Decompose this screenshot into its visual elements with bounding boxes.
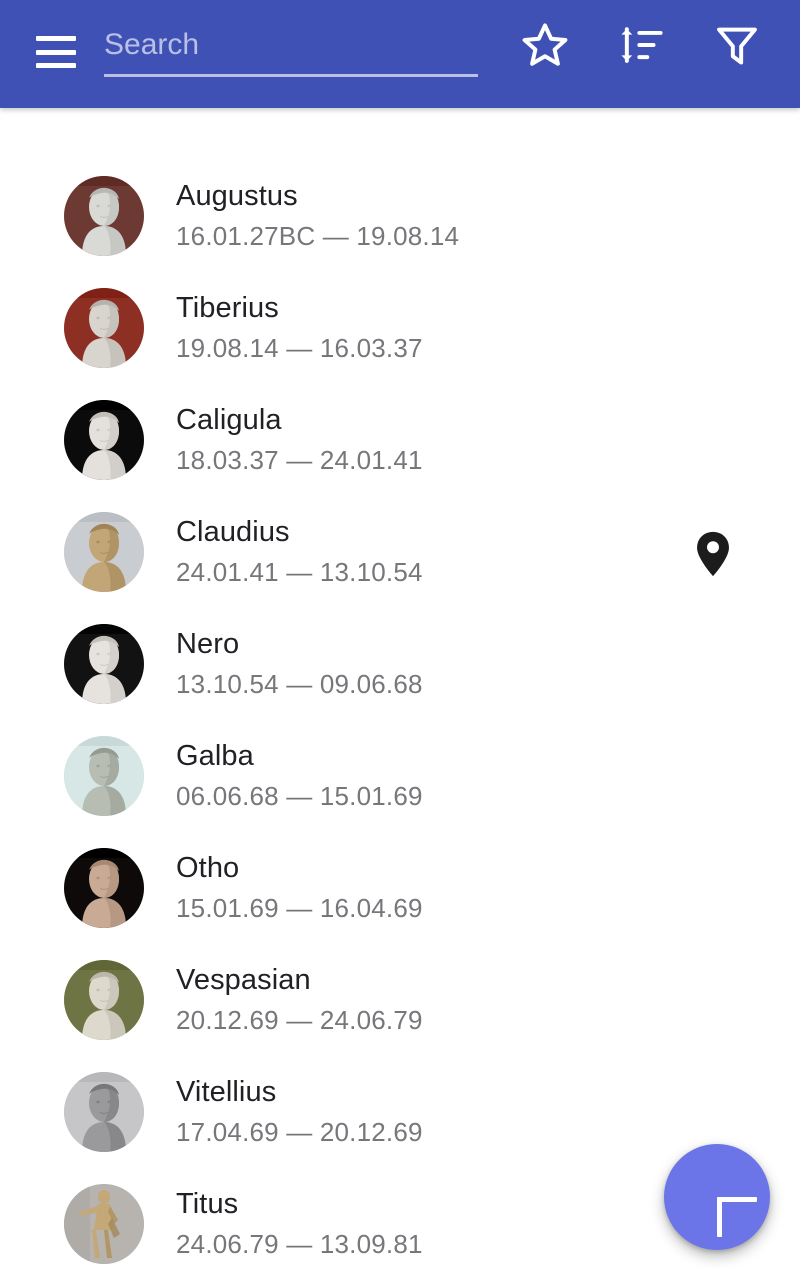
star-outline-icon	[520, 20, 570, 70]
avatar	[64, 288, 144, 368]
avatar	[64, 1184, 144, 1264]
search-underline	[104, 74, 478, 77]
avatar	[64, 960, 144, 1040]
hamburger-bar	[36, 36, 76, 41]
list-item-text: Tiberius 19.08.14 — 16.03.37	[176, 290, 423, 366]
list-item-title: Nero	[176, 628, 240, 660]
list-item-dates: 16.01.27BC — 19.08.14	[176, 221, 460, 251]
list-item[interactable]: Caligula 18.03.37 — 24.01.41	[0, 384, 800, 496]
list-item-text: Otho 15.01.69 — 16.04.69	[176, 850, 423, 926]
list-item-title: Galba	[176, 740, 254, 772]
list-item-text: Vespasian 20.12.69 — 24.06.79	[176, 962, 423, 1038]
plus-horizontal-bar	[717, 1197, 757, 1202]
list-item-dates: 19.08.14 — 16.03.37	[176, 333, 423, 363]
list-item[interactable]: Claudius 24.01.41 — 13.10.54	[0, 496, 800, 608]
list-item[interactable]: Vespasian 20.12.69 — 24.06.79	[0, 944, 800, 1056]
list-item-text: Augustus 16.01.27BC — 19.08.14	[176, 178, 459, 254]
list-item-title: Otho	[176, 852, 240, 884]
list-item-dates: 06.06.68 — 15.01.69	[176, 781, 423, 811]
list-item[interactable]: Vitellius 17.04.69 — 20.12.69	[0, 1056, 800, 1168]
hamburger-bar	[36, 49, 76, 55]
list-item[interactable]: Galba 06.06.68 — 15.01.69	[0, 720, 800, 832]
plus-vertical-bar	[717, 1197, 722, 1237]
avatar	[64, 400, 144, 480]
list-item-dates: 24.01.41 — 13.10.54	[176, 557, 423, 587]
avatar	[64, 624, 144, 704]
map-pin-icon[interactable]	[694, 531, 732, 577]
list-item-dates: 24.06.79 — 13.09.81	[176, 1229, 423, 1259]
list-item-title: Vespasian	[176, 964, 311, 996]
sort-icon	[616, 20, 666, 70]
list-item-title: Titus	[176, 1188, 239, 1220]
filter-button[interactable]	[706, 14, 768, 76]
list-item-dates: 15.01.69 — 16.04.69	[176, 893, 423, 923]
search-input[interactable]	[104, 22, 478, 68]
avatar	[64, 176, 144, 256]
list-item-dates: 18.03.37 — 24.01.41	[176, 445, 423, 475]
avatar	[64, 848, 144, 928]
list-item-text: Vitellius 17.04.69 — 20.12.69	[176, 1074, 423, 1150]
funnel-filter-icon	[712, 20, 762, 70]
list-item-dates: 17.04.69 — 20.12.69	[176, 1117, 423, 1147]
search-field[interactable]	[104, 22, 478, 82]
add-fab-button[interactable]	[664, 1144, 770, 1250]
list-item-title: Claudius	[176, 516, 290, 548]
list-item-title: Tiberius	[176, 292, 279, 324]
list-item-text: Claudius 24.01.41 — 13.10.54	[176, 514, 423, 590]
list-item[interactable]: Augustus 16.01.27BC — 19.08.14	[0, 160, 800, 272]
favorites-button[interactable]	[514, 14, 576, 76]
list-item-title: Augustus	[176, 180, 298, 212]
list-item[interactable]: Otho 15.01.69 — 16.04.69	[0, 832, 800, 944]
list-item-title: Vitellius	[176, 1076, 277, 1108]
list-item-text: Galba 06.06.68 — 15.01.69	[176, 738, 423, 814]
hamburger-menu-icon[interactable]	[36, 36, 76, 68]
emperor-list[interactable]: Augustus 16.01.27BC — 19.08.14 Tiberius 19…	[0, 108, 800, 1280]
list-item[interactable]: Tiberius 19.08.14 — 16.03.37	[0, 272, 800, 384]
list-item-text: Caligula 18.03.37 — 24.01.41	[176, 402, 423, 478]
app-root: Augustus 16.01.27BC — 19.08.14 Tiberius 19…	[0, 0, 800, 1280]
list-item-dates: 13.10.54 — 09.06.68	[176, 669, 423, 699]
toolbar-actions	[514, 14, 768, 76]
hamburger-bar	[36, 63, 76, 68]
list-item-text: Nero 13.10.54 — 09.06.68	[176, 626, 423, 702]
avatar	[64, 736, 144, 816]
list-item-dates: 20.12.69 — 24.06.79	[176, 1005, 423, 1035]
list-item-title: Caligula	[176, 404, 282, 436]
avatar	[64, 512, 144, 592]
list-item[interactable]: Nero 13.10.54 — 09.06.68	[0, 608, 800, 720]
sort-button[interactable]	[610, 14, 672, 76]
avatar	[64, 1072, 144, 1152]
list-item-text: Titus 24.06.79 — 13.09.81	[176, 1186, 423, 1262]
top-app-bar	[0, 0, 800, 108]
